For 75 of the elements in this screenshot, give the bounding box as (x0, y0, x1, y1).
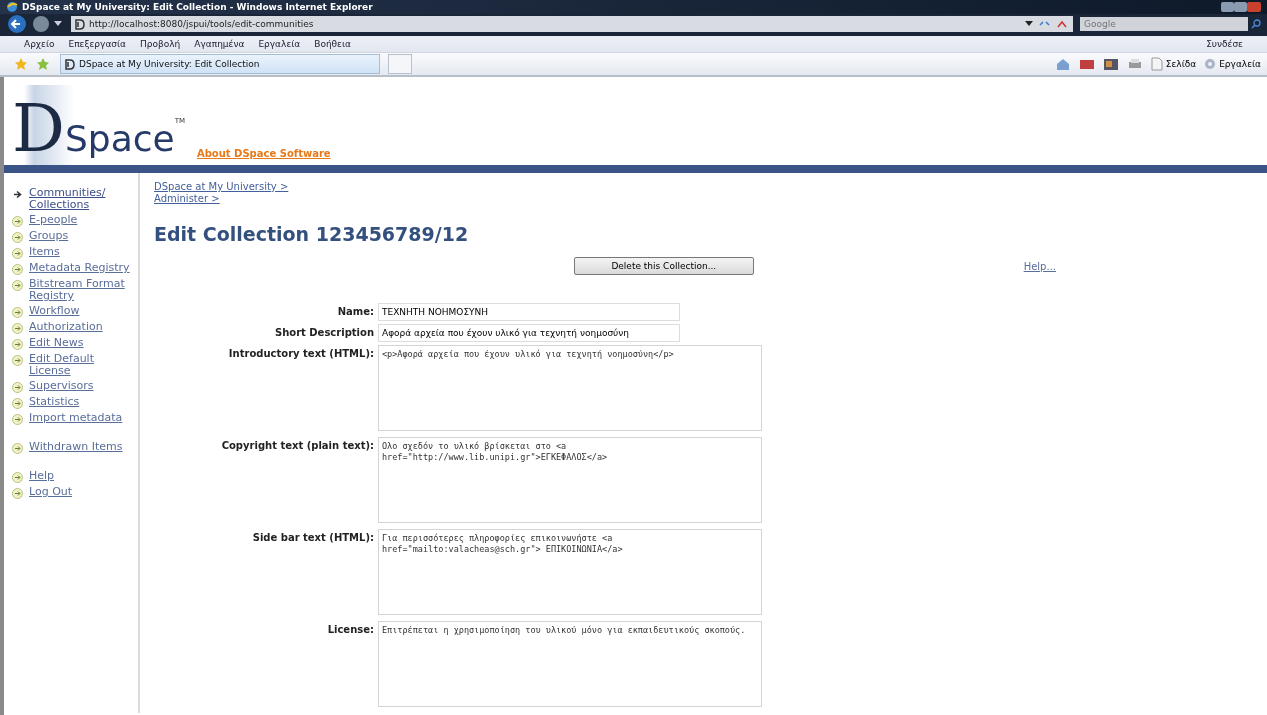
field-label: Name: (336, 305, 374, 319)
arrow-circle-icon[interactable] (12, 382, 23, 393)
arrow-circle-icon[interactable] (12, 398, 23, 409)
arrow-circle-icon[interactable] (12, 488, 23, 499)
browser-logo-icon[interactable] (6, 1, 18, 13)
menu-item[interactable]: Προβολή (140, 39, 181, 49)
sidebar-link[interactable]: E-people (29, 214, 78, 226)
browser-tab[interactable]: DSpace at My University: Edit Collection (60, 54, 380, 74)
page-icon[interactable] (65, 58, 75, 70)
arrow-circle-icon[interactable] (12, 472, 23, 483)
sidebar-link[interactable]: Help (29, 470, 55, 482)
delete-button[interactable]: Delete this Collection... (573, 257, 754, 275)
window-title: DSpace at My University: Edit Collection - Windows Internet Explorer (22, 2, 373, 12)
text-area[interactable]: <p>Αφορά αρχεία που έχουν υλικό για τεχνητή νοημοσύνη</p> (378, 345, 762, 431)
text-field[interactable]: Αφορά αρχεία που έχουν υλικό για τεχνητή νοημοσύνη (378, 324, 680, 342)
arrow-bullet-icon[interactable] (12, 189, 23, 200)
menu-item[interactable]: Εργαλεία (258, 39, 301, 49)
breadcrumb-link[interactable]: Administer > (154, 193, 220, 204)
arrow-circle-icon[interactable] (12, 216, 23, 227)
search-icon[interactable] (1251, 19, 1261, 29)
menu-item[interactable]: Αρχείο (24, 39, 55, 49)
field-label: Introductory text (HTML): (227, 347, 374, 361)
sidebar-link[interactable]: Statistics (29, 396, 80, 408)
dropdown-icon[interactable] (54, 21, 62, 27)
sidebar-link[interactable]: Import metadata (29, 412, 123, 424)
text-area[interactable]: Για περισσότερες πληροφορίες επικοινωνήστε <a href="mailto:valacheas@sch.gr"> ΕΠΙΚΟΙΝΩΝΙΑ</a> (378, 529, 762, 615)
arrow-circle-icon[interactable] (12, 443, 23, 454)
page-menu-button[interactable]: Σελίδα (1150, 57, 1197, 71)
help-link[interactable]: Help... (1023, 260, 1056, 272)
menu-item[interactable]: Επεξεργασία (68, 39, 126, 49)
window-controls-icon[interactable] (1221, 1, 1261, 13)
sidebar-link[interactable]: Supervisors (29, 380, 94, 392)
home-icon[interactable] (1054, 57, 1071, 71)
sidebar-link[interactable]: Metadata Registry (29, 262, 130, 274)
breadcrumb-link[interactable]: DSpace at My University > (154, 181, 289, 192)
arrow-circle-icon[interactable] (12, 414, 23, 425)
menu-item[interactable]: Αγαπημένα (194, 39, 245, 49)
address-text: http://localhost:8080/jspui/tools/edit-communities (89, 19, 314, 29)
field-label: Short Description (273, 326, 374, 340)
sidebar-link[interactable]: Bitstream Format Registry (29, 278, 138, 302)
arrow-circle-icon[interactable] (12, 280, 23, 291)
print-icon[interactable] (1126, 57, 1143, 71)
sidebar-link[interactable]: Edit News (29, 337, 84, 349)
text-area[interactable]: Επιτρέπεται η χρησιμοποίηση του υλικού μόνο για εκπαιδευτικούς σκοπούς. (378, 621, 762, 707)
menu-item[interactable]: Συνδέσε (1206, 39, 1243, 49)
arrow-circle-icon[interactable] (12, 339, 23, 350)
stop-icon[interactable] (1055, 18, 1069, 30)
sidebar-link[interactable]: Withdrawn Items (29, 441, 123, 453)
arrow-circle-icon[interactable] (12, 264, 23, 275)
sidebar-link[interactable]: Communities/ Collections (29, 187, 138, 211)
field-label: Copyright text (plain text): (220, 439, 374, 453)
back-icon[interactable] (6, 14, 28, 34)
arrow-circle-icon[interactable] (12, 307, 23, 318)
arrow-circle-icon[interactable] (12, 323, 23, 334)
dropdown-icon[interactable] (1025, 21, 1033, 27)
favorites-star-icon[interactable] (14, 57, 28, 71)
sidebar-link[interactable]: Items (29, 246, 60, 258)
field-label: Side bar text (HTML): (251, 531, 374, 545)
sidebar-link[interactable]: Edit Default License (29, 353, 138, 377)
menu-item[interactable]: Βοήθεια (314, 39, 351, 49)
search-field[interactable]: Google (1080, 17, 1248, 31)
sidebar-link[interactable]: Authorization (29, 321, 103, 333)
page-heading: Edit Collection 123456789/12 (154, 223, 470, 245)
page-icon[interactable] (75, 18, 85, 30)
tools-menu-button[interactable]: Εργαλεία (1204, 58, 1261, 70)
arrow-circle-icon[interactable] (12, 232, 23, 243)
sidebar-link[interactable]: Log Out (29, 486, 73, 498)
sidebar-link[interactable]: Workflow (29, 305, 80, 317)
address-field[interactable]: http://localhost:8080/jspui/tools/edit-communities (71, 16, 1073, 32)
text-field[interactable]: ΤΕΧΝΗΤΗ ΝΟΗΜΟΣΥΝΗ (378, 303, 680, 321)
text-area[interactable]: Ολο σχεδόν το υλικό βρίσκεται στο <a href="http://www.lib.unipi.gr">ΕΓΚΕΦΑΛΟΣ</a> (378, 437, 762, 523)
arrow-circle-icon[interactable] (12, 355, 23, 366)
field-label: License: (326, 623, 374, 637)
sidebar-link[interactable]: Groups (29, 230, 69, 242)
arrow-circle-icon[interactable] (12, 248, 23, 259)
